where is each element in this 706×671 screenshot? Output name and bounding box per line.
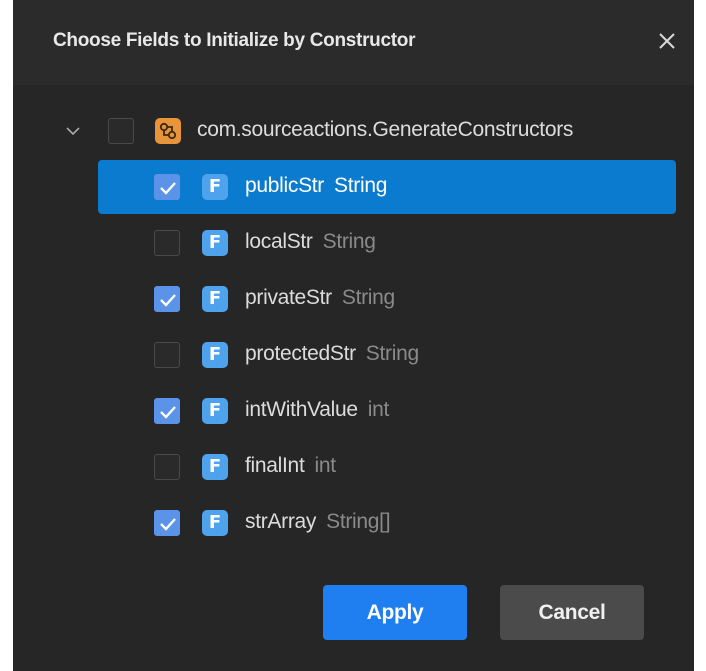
field-label: privateStr String bbox=[245, 286, 395, 310]
field-name: finalInt bbox=[245, 454, 305, 477]
field-icon: F bbox=[202, 342, 228, 368]
class-icon bbox=[155, 118, 181, 144]
field-name: privateStr bbox=[245, 286, 332, 309]
field-name: strArray bbox=[245, 510, 317, 533]
chevron-down-icon[interactable] bbox=[65, 123, 81, 139]
field-type: String bbox=[334, 174, 388, 197]
field-type: int bbox=[367, 398, 390, 421]
checkmark-icon bbox=[160, 182, 176, 195]
field-row-intWithValue[interactable]: FintWithValue int bbox=[98, 384, 676, 438]
dialog-title: Choose Fields to Initialize by Construct… bbox=[53, 30, 416, 51]
field-icon: F bbox=[202, 510, 228, 536]
choose-fields-dialog: Choose Fields to Initialize by Construct… bbox=[13, 0, 694, 671]
field-icon: F bbox=[202, 174, 228, 200]
field-checkbox-intWithValue[interactable] bbox=[154, 398, 180, 424]
field-type: String bbox=[341, 286, 395, 309]
checkmark-icon bbox=[160, 518, 176, 531]
field-icon: F bbox=[202, 454, 228, 480]
field-type: int bbox=[314, 454, 336, 477]
field-checkbox-publicStr[interactable] bbox=[154, 174, 180, 200]
field-row-strArray[interactable]: FstrArray String[] bbox=[98, 496, 676, 550]
field-type: String bbox=[322, 230, 376, 253]
close-icon bbox=[659, 33, 675, 49]
field-label: protectedStr String bbox=[245, 342, 419, 366]
field-name: intWithValue bbox=[245, 398, 358, 421]
field-type: String[] bbox=[326, 510, 391, 533]
root-checkbox[interactable] bbox=[108, 118, 134, 144]
tree-root-row[interactable]: com.sourceactions.GenerateConstructors bbox=[13, 104, 694, 158]
checkmark-icon bbox=[160, 294, 176, 307]
field-label: finalInt int bbox=[245, 454, 336, 478]
field-type: String bbox=[365, 342, 419, 365]
field-checkbox-strArray[interactable] bbox=[154, 510, 180, 536]
field-name: publicStr bbox=[245, 174, 325, 197]
field-label: localStr String bbox=[245, 230, 376, 254]
close-button[interactable] bbox=[653, 27, 681, 55]
dialog-title-bar: Choose Fields to Initialize by Construct… bbox=[13, 0, 694, 85]
field-checkbox-finalInt[interactable] bbox=[154, 454, 180, 480]
field-icon: F bbox=[202, 286, 228, 312]
field-checkbox-protectedStr[interactable] bbox=[154, 342, 180, 368]
field-label: strArray String[] bbox=[245, 510, 391, 534]
field-row-localStr[interactable]: FlocalStr String bbox=[98, 216, 676, 270]
checkmark-icon bbox=[160, 406, 176, 419]
field-icon: F bbox=[202, 398, 228, 424]
field-row-finalInt[interactable]: FfinalInt int bbox=[98, 440, 676, 494]
field-checkbox-localStr[interactable] bbox=[154, 230, 180, 256]
field-row-privateStr[interactable]: FprivateStr String bbox=[98, 272, 676, 326]
cancel-button[interactable]: Cancel bbox=[500, 585, 644, 640]
field-row-publicStr[interactable]: FpublicStr String bbox=[98, 160, 676, 214]
field-name: protectedStr bbox=[245, 342, 356, 365]
field-row-protectedStr[interactable]: FprotectedStr String bbox=[98, 328, 676, 382]
root-label: com.sourceactions.GenerateConstructors bbox=[197, 118, 574, 141]
apply-button[interactable]: Apply bbox=[323, 585, 467, 640]
field-name: localStr bbox=[245, 230, 313, 253]
field-label: publicStr String bbox=[245, 174, 387, 198]
field-label: intWithValue int bbox=[245, 398, 389, 422]
field-checkbox-privateStr[interactable] bbox=[154, 286, 180, 312]
field-icon: F bbox=[202, 230, 228, 256]
